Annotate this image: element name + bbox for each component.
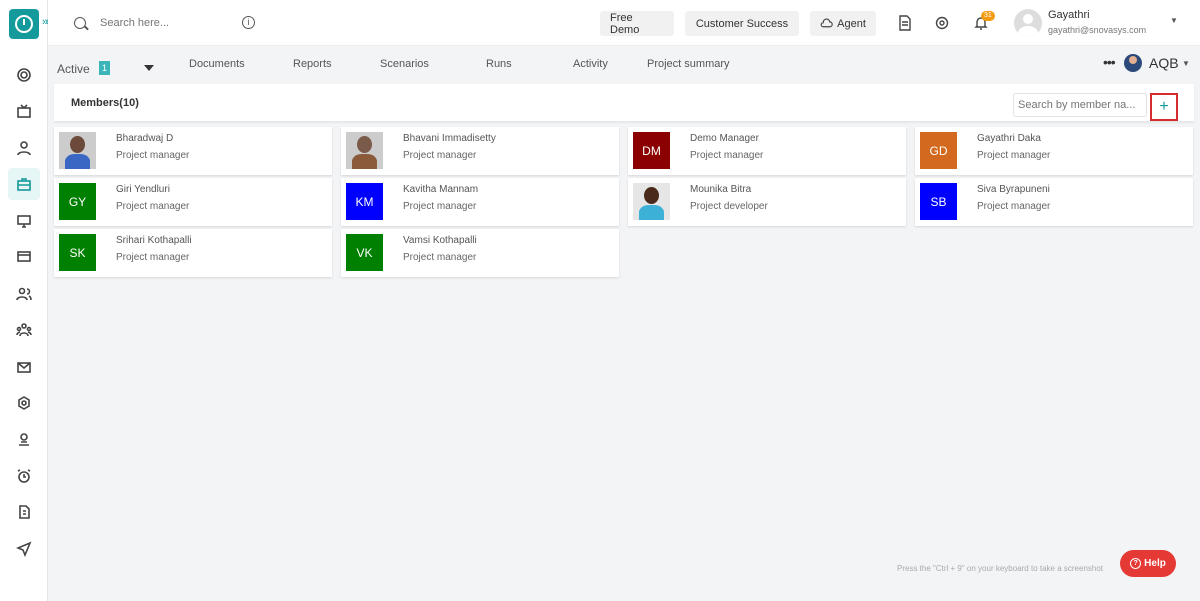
user-name: Gayathri xyxy=(1048,9,1090,21)
member-avatar: KM xyxy=(346,183,383,220)
add-member-button[interactable]: + xyxy=(1150,93,1178,121)
member-role: Project manager xyxy=(116,252,190,263)
member-card[interactable]: SB Siva Byrapuneni Project manager xyxy=(915,178,1193,226)
users-icon[interactable] xyxy=(12,282,36,306)
settings-gear-icon[interactable] xyxy=(934,15,950,31)
profile-icon[interactable] xyxy=(12,427,36,451)
agent-label: Agent xyxy=(837,17,866,30)
member-avatar xyxy=(346,132,383,169)
member-card[interactable]: VK Vamsi Kothapalli Project manager xyxy=(341,229,619,277)
status-dropdown-caret-icon[interactable] xyxy=(144,65,154,71)
alarm-icon[interactable] xyxy=(12,464,36,488)
more-options-icon[interactable]: ••• xyxy=(1103,54,1116,70)
members-header: Members(10) + xyxy=(54,84,1194,122)
member-avatar: SB xyxy=(920,183,957,220)
member-avatar xyxy=(59,132,96,169)
member-role: Project manager xyxy=(403,201,477,212)
project-code[interactable]: AQB xyxy=(1149,55,1179,71)
top-bar: i Free Demo Customer Success Agent 31 Ga… xyxy=(48,0,1200,46)
member-card[interactable]: DM Demo Manager Project manager xyxy=(628,127,906,175)
member-role: Project manager xyxy=(116,150,190,161)
member-name: Srihari Kothapalli xyxy=(116,235,192,246)
project-caret-icon[interactable]: ▼ xyxy=(1182,59,1190,68)
member-card[interactable]: KM Kavitha Mannam Project manager xyxy=(341,178,619,226)
tv-icon[interactable] xyxy=(12,100,36,124)
card-icon[interactable] xyxy=(12,244,36,268)
member-name: Vamsi Kothapalli xyxy=(403,235,477,246)
member-avatar: GD xyxy=(920,132,957,169)
tab-scenarios[interactable]: Scenarios xyxy=(380,58,429,70)
dashboard-icon[interactable] xyxy=(12,63,36,87)
member-name: Giri Yendluri xyxy=(116,184,170,195)
member-role: Project manager xyxy=(403,252,477,263)
team-icon[interactable] xyxy=(12,318,36,342)
global-search-input[interactable] xyxy=(100,13,230,33)
member-card[interactable]: Bhavani Immadisetty Project manager xyxy=(341,127,619,175)
user-icon[interactable] xyxy=(12,136,36,160)
member-card[interactable]: GD Gayathri Daka Project manager xyxy=(915,127,1193,175)
user-menu-caret-icon[interactable]: ▼ xyxy=(1170,16,1178,25)
member-name: Mounika Bitra xyxy=(690,184,752,195)
status-filter-label[interactable]: Active xyxy=(57,62,90,76)
member-role: Project developer xyxy=(690,201,768,212)
member-avatar: VK xyxy=(346,234,383,271)
notification-count-badge: 31 xyxy=(981,11,995,21)
member-avatar: SK xyxy=(59,234,96,271)
member-card[interactable]: Mounika Bitra Project developer xyxy=(628,178,906,226)
free-demo-button[interactable]: Free Demo xyxy=(600,11,674,36)
member-role: Project manager xyxy=(977,150,1051,161)
project-avatar[interactable] xyxy=(1124,54,1142,72)
agent-button[interactable]: Agent xyxy=(810,11,876,36)
customer-success-button[interactable]: Customer Success xyxy=(685,11,799,36)
monitor-icon[interactable] xyxy=(12,209,36,233)
status-count-badge: 1 xyxy=(99,61,111,75)
sidebar: »» xyxy=(0,0,52,601)
member-card[interactable]: Bharadwaj D Project manager xyxy=(54,127,332,175)
project-tabs: Active 1 Documents Reports Scenarios Run… xyxy=(48,46,1200,84)
member-role: Project manager xyxy=(116,201,190,212)
members-title: Members(10) xyxy=(71,97,139,109)
screenshot-hint: Press the "Ctrl + 9" on your keyboard to… xyxy=(897,564,1104,573)
member-name: Siva Byrapuneni xyxy=(977,184,1050,195)
member-name: Bharadwaj D xyxy=(116,133,174,144)
invoice-icon[interactable] xyxy=(12,500,36,524)
tab-reports[interactable]: Reports xyxy=(293,58,332,70)
settings-icon[interactable] xyxy=(12,391,36,415)
member-name: Bhavani Immadisetty xyxy=(403,133,496,144)
user-email: gayathri@snovasys.com xyxy=(1048,25,1147,35)
briefcase-icon[interactable] xyxy=(8,168,40,200)
member-role: Project manager xyxy=(977,201,1051,212)
member-card[interactable]: GY Giri Yendluri Project manager xyxy=(54,178,332,226)
send-icon[interactable] xyxy=(12,537,36,561)
tab-documents[interactable]: Documents xyxy=(189,58,245,70)
member-card[interactable]: SK Srihari Kothapalli Project manager xyxy=(54,229,332,277)
tab-activity[interactable]: Activity xyxy=(573,58,608,70)
user-avatar[interactable] xyxy=(1014,9,1042,37)
document-icon[interactable] xyxy=(897,15,913,31)
info-icon[interactable]: i xyxy=(242,16,255,29)
mail-icon[interactable] xyxy=(12,355,36,379)
search-icon[interactable] xyxy=(74,17,86,29)
member-name: Gayathri Daka xyxy=(977,133,1041,144)
member-role: Project manager xyxy=(403,150,477,161)
tab-project-summary[interactable]: Project summary xyxy=(647,58,730,70)
member-search-input[interactable] xyxy=(1013,93,1147,117)
notifications-button[interactable]: 31 xyxy=(973,11,995,31)
help-label: Help xyxy=(1144,558,1166,569)
app-logo[interactable] xyxy=(9,9,39,39)
member-role: Project manager xyxy=(690,150,764,161)
clock-icon xyxy=(15,15,33,33)
member-avatar: GY xyxy=(59,183,96,220)
member-name: Kavitha Mannam xyxy=(403,184,479,195)
tab-runs[interactable]: Runs xyxy=(486,58,512,70)
question-icon: ? xyxy=(1130,558,1142,569)
cloud-icon xyxy=(820,18,833,28)
member-name: Demo Manager xyxy=(690,133,759,144)
member-avatar xyxy=(633,183,670,220)
member-avatar: DM xyxy=(633,132,670,169)
help-button[interactable]: ? Help xyxy=(1120,550,1176,577)
